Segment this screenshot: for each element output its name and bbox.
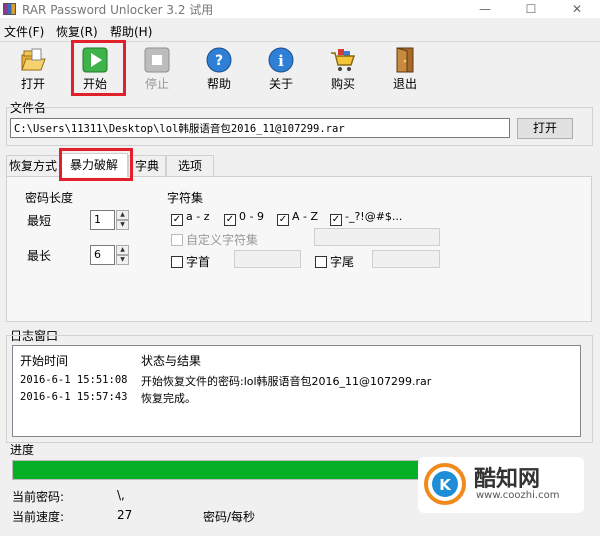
check-icon: ✓: [224, 214, 236, 226]
current-password-label: 当前密码:: [12, 490, 65, 504]
start-highlight-box: [71, 40, 126, 96]
stop-icon: [144, 47, 170, 73]
charset-label: 字符集: [167, 191, 204, 205]
menu-help[interactable]: 帮助(H): [110, 23, 152, 40]
help-tool-label: 帮助: [206, 77, 231, 91]
log-row-time: 2016-6-1 15:57:43: [20, 391, 128, 403]
charset-symbols-label: -_?!@#$...: [345, 210, 403, 223]
custom-charset-label: 自定义字符集: [186, 233, 259, 247]
log-row-status: 开始恢复文件的密码:lol韩服语音包2016_11@107299.rar: [141, 375, 432, 388]
title-bar: RAR Password Unlocker 3.2 试用 — ☐ ✕: [0, 0, 600, 18]
suffix-checkbox[interactable]: 字尾: [315, 253, 354, 270]
exit-door-icon: [396, 47, 414, 73]
charset-uppercase-checkbox[interactable]: ✓ A - Z: [277, 210, 318, 226]
charset-digits-label: 0 - 9: [239, 210, 264, 223]
stop-tool-label: 停止: [144, 77, 169, 91]
suffix-label: 字尾: [330, 255, 355, 269]
file-open-button[interactable]: 打开: [517, 118, 573, 139]
maximize-button[interactable]: ☐: [508, 0, 554, 18]
charset-uppercase-label: A - Z: [292, 210, 319, 223]
max-length-down-arrow-icon[interactable]: ▼: [116, 255, 129, 265]
exit-tool-button[interactable]: 退出: [379, 44, 431, 94]
max-length-stepper[interactable]: 6 ▲ ▼: [90, 245, 130, 265]
check-icon: ✓: [171, 214, 183, 226]
svg-text:?: ?: [215, 53, 223, 69]
current-password-value: \,: [117, 488, 125, 502]
watermark-url: www.coozhi.com: [476, 490, 560, 501]
help-icon: ?: [206, 47, 232, 73]
open-tool-label: 打开: [20, 77, 45, 91]
min-length-stepper[interactable]: 1 ▲ ▼: [90, 210, 130, 230]
current-speed-label: 当前速度:: [12, 510, 65, 524]
tab-recovery-mode[interactable]: 恢复方式: [6, 155, 60, 177]
svg-text:K: K: [439, 476, 452, 494]
charset-symbols-checkbox[interactable]: ✓ -_?!@#$...: [330, 210, 402, 226]
menu-recovery[interactable]: 恢复(R): [56, 23, 98, 40]
log-row-time: 2016-6-1 15:51:08: [20, 374, 128, 386]
minimize-button[interactable]: —: [462, 0, 508, 18]
app-icon: [3, 3, 16, 15]
watermark: K 酷知网 www.coozhi.com: [418, 457, 584, 513]
log-column-status[interactable]: 状态与结果: [141, 352, 201, 369]
max-length-value[interactable]: 6: [90, 245, 115, 265]
brute-force-highlight-box: [59, 148, 133, 181]
cart-icon: [331, 49, 356, 71]
help-tool-button[interactable]: ? 帮助: [193, 44, 245, 94]
min-length-value[interactable]: 1: [90, 210, 115, 230]
folder-open-icon: [21, 48, 46, 71]
coozhi-logo-icon: K: [424, 463, 466, 505]
tab-dictionary[interactable]: 字典: [128, 155, 166, 177]
max-length-label: 最长: [27, 249, 52, 263]
current-speed-value: 27: [117, 508, 133, 522]
check-icon: ✓: [330, 214, 342, 226]
prefix-checkbox[interactable]: 字首: [171, 253, 210, 270]
charset-digits-checkbox[interactable]: ✓ 0 - 9: [224, 210, 264, 226]
custom-charset-field[interactable]: [314, 228, 440, 246]
menu-bar: 文件(F) 恢复(R) 帮助(H): [0, 20, 600, 40]
progress-label: 进度: [10, 443, 35, 457]
current-speed-unit: 密码/每秒: [203, 510, 256, 524]
stop-tool-button[interactable]: 停止: [131, 44, 183, 94]
max-length-up-arrow-icon[interactable]: ▲: [116, 245, 129, 255]
brute-force-panel: 密码长度 最短 1 ▲ ▼ 最长 6 ▲ ▼ 字符集 ✓ a - z ✓ 0 - 9…: [6, 176, 592, 322]
watermark-title: 酷知网: [474, 467, 541, 492]
check-icon: ✓: [277, 214, 289, 226]
open-tool-button[interactable]: 打开: [7, 44, 59, 94]
menu-file[interactable]: 文件(F): [4, 23, 44, 40]
log-row-status: 恢复完成。: [141, 392, 196, 405]
charset-lowercase-label: a - z: [186, 210, 210, 223]
buy-tool-button[interactable]: 购买: [317, 44, 369, 94]
buy-tool-label: 购买: [330, 77, 355, 91]
password-length-label: 密码长度: [25, 191, 74, 205]
about-tool-label: 关于: [268, 77, 293, 91]
log-list[interactable]: 开始时间 状态与结果 2016-6-1 15:51:08 开始恢复文件的密码:l…: [12, 345, 581, 437]
window-title: RAR Password Unlocker 3.2 试用: [22, 3, 214, 17]
tab-options[interactable]: 选项: [166, 155, 214, 177]
suffix-field[interactable]: [372, 250, 440, 268]
min-length-down-arrow-icon[interactable]: ▼: [116, 220, 129, 230]
info-icon: i: [268, 47, 294, 73]
about-tool-button[interactable]: i 关于: [255, 44, 307, 94]
prefix-field[interactable]: [234, 250, 301, 268]
log-column-time[interactable]: 开始时间: [20, 352, 68, 369]
min-length-up-arrow-icon[interactable]: ▲: [116, 210, 129, 220]
min-length-label: 最短: [27, 214, 52, 228]
exit-tool-label: 退出: [392, 77, 417, 91]
custom-charset-checkbox[interactable]: 自定义字符集: [171, 231, 258, 248]
charset-lowercase-checkbox[interactable]: ✓ a - z: [171, 210, 209, 226]
prefix-label: 字首: [186, 255, 211, 269]
close-button[interactable]: ✕: [554, 0, 600, 18]
svg-text:i: i: [278, 52, 284, 70]
file-path-field[interactable]: C:\Users\11311\Desktop\lol韩服语音包2016_11@1…: [10, 118, 510, 138]
